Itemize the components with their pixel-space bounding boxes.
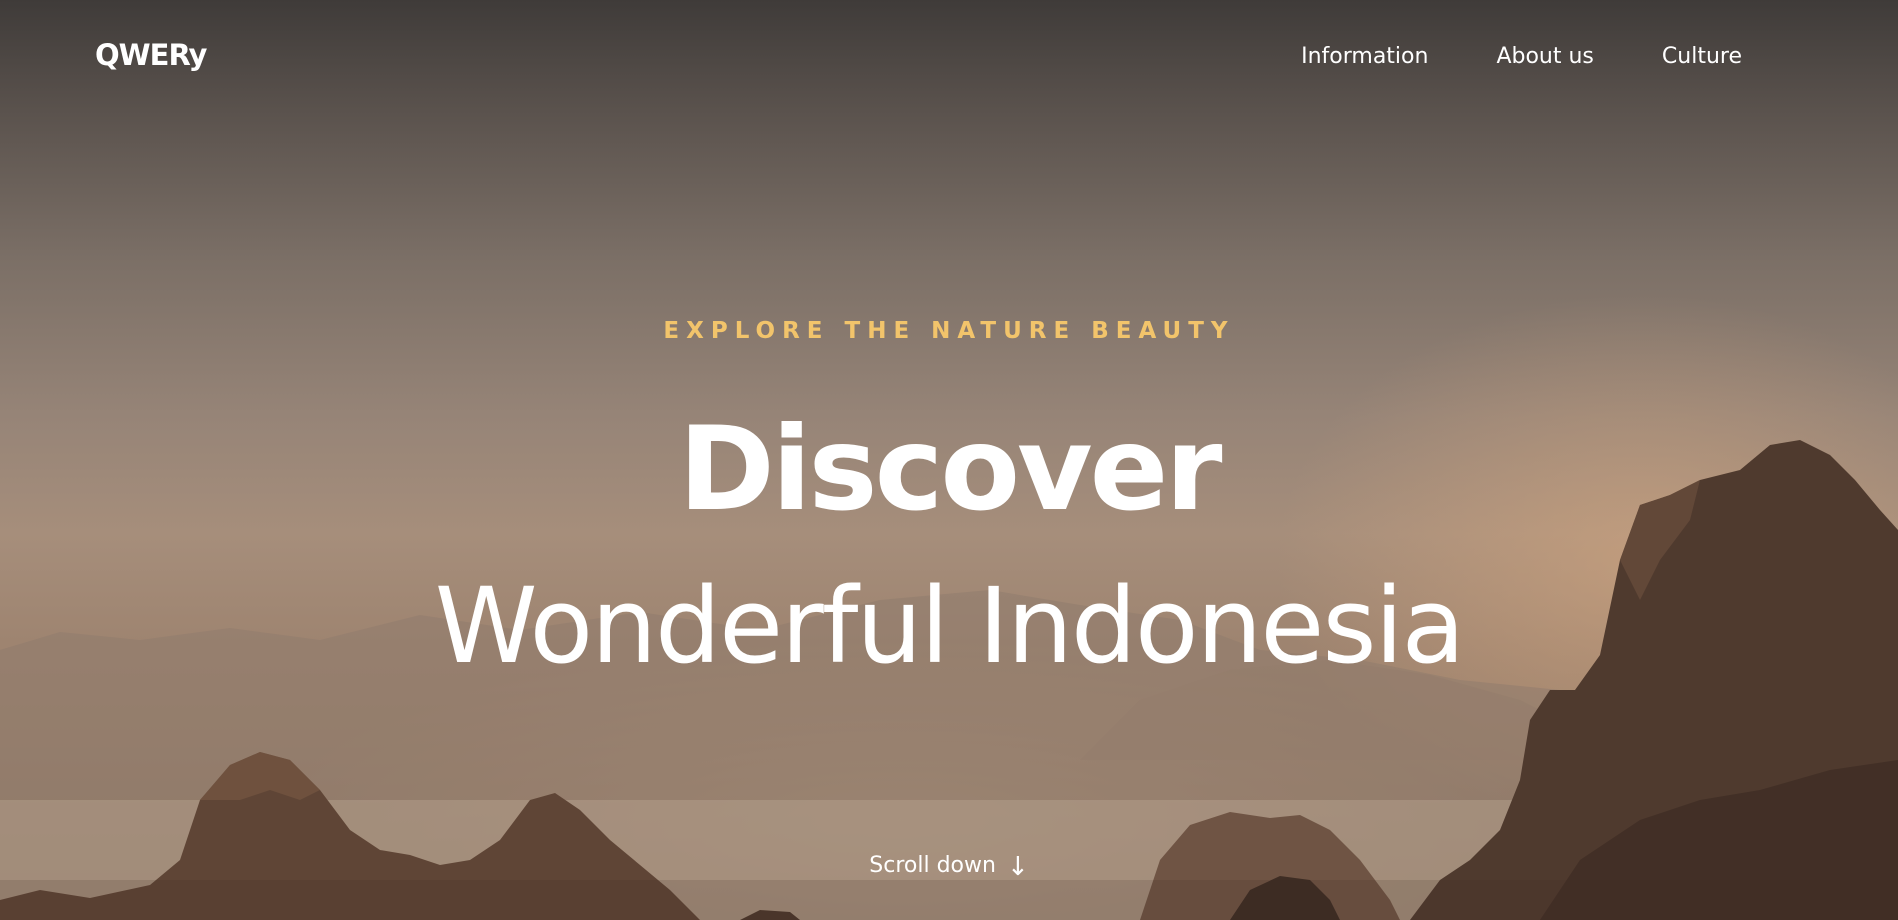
hero-kicker: EXPLORE THE NATURE BEAUTY bbox=[663, 318, 1235, 344]
brand-logo[interactable]: QWERy bbox=[95, 38, 207, 72]
nav-menu: Information About us Culture bbox=[1301, 44, 1742, 69]
arrow-down-icon: ↓ bbox=[1006, 852, 1029, 882]
scroll-down-link[interactable]: Scroll down ↓ bbox=[0, 852, 1898, 882]
nav-item-about-us[interactable]: About us bbox=[1496, 44, 1593, 69]
hero-title-line1: Discover bbox=[678, 402, 1222, 537]
scroll-down-label: Scroll down bbox=[869, 853, 996, 878]
nav-item-culture[interactable]: Culture bbox=[1662, 44, 1742, 69]
hero-title-line2: Wonderful Indonesia bbox=[434, 565, 1465, 687]
hero-section: QWERy Information About us Culture EXPLO… bbox=[0, 0, 1898, 920]
nav-item-information[interactable]: Information bbox=[1301, 44, 1428, 69]
top-navigation: QWERy Information About us Culture bbox=[0, 0, 1898, 120]
